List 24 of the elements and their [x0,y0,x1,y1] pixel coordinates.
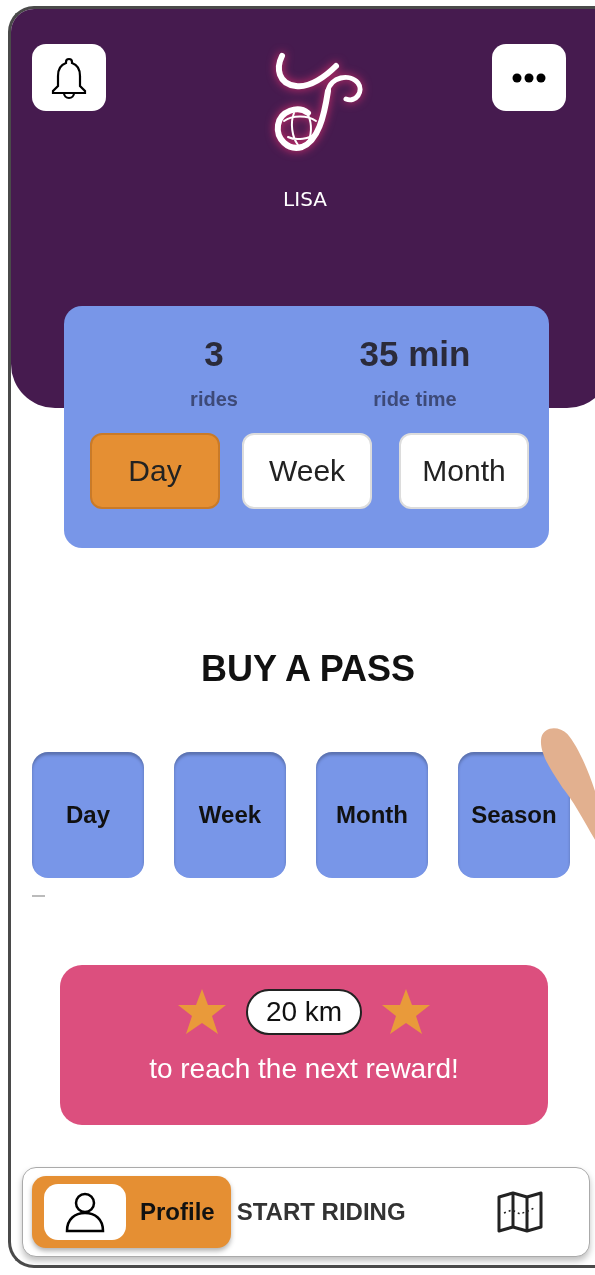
star-icon [177,989,226,1035]
pass-option[interactable]: Month [316,752,428,878]
map-icon [496,1191,544,1233]
more-icon [512,72,546,83]
section-title: BUY A PASS [199,648,417,690]
user-name: LISA [282,187,328,211]
start-riding-tab[interactable]: START RIDING [230,1176,412,1248]
distance-badge: 20 km [245,989,363,1035]
stat-label: rides [190,388,238,411]
notification-button[interactable] [32,44,106,111]
more-button[interactable] [492,44,566,111]
star-icon [382,989,431,1035]
pass-option[interactable]: Day [32,752,144,878]
period-tab[interactable]: Week [242,433,372,509]
stat-label: ride time [373,388,457,411]
reward-message: to reach the next reward! [149,1053,459,1085]
pass-option[interactable]: Week [174,752,286,878]
profile-tab[interactable]: Profile [32,1176,231,1248]
stat-value: 35 min [359,334,471,374]
period-tab[interactable]: Day [90,433,220,509]
period-tab[interactable]: Month [399,433,529,509]
stat-value: 3 [204,334,224,374]
person-icon [63,1191,107,1233]
pass-option[interactable]: Season [458,752,570,878]
